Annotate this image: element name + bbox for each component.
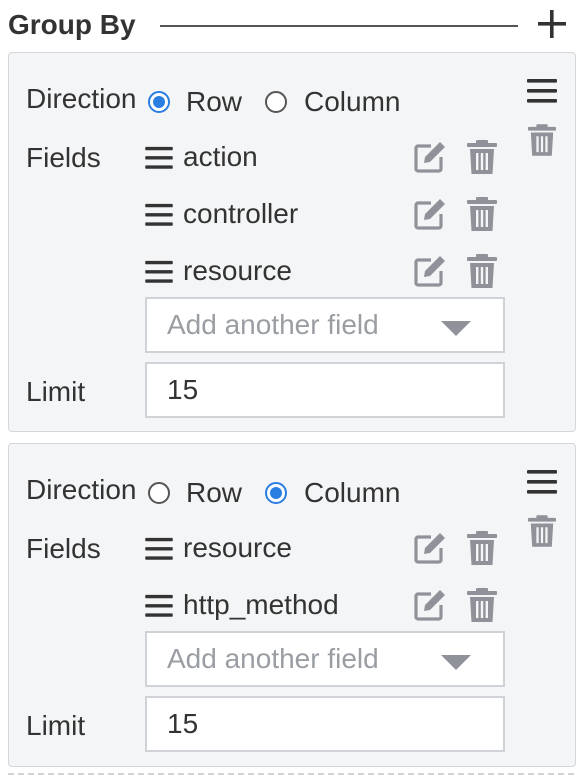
direction-row-radio[interactable] (148, 91, 170, 113)
trash-icon[interactable] (467, 588, 497, 622)
edit-icon[interactable] (413, 140, 447, 174)
direction-label: Direction (26, 83, 137, 114)
fields-label: Fields (26, 142, 101, 173)
drag-handle-icon[interactable] (145, 203, 173, 227)
drag-handle-icon[interactable] (145, 146, 173, 170)
dashed-divider (8, 773, 574, 775)
direction-column-radio[interactable] (265, 91, 287, 113)
drag-handle-icon[interactable] (145, 594, 173, 618)
limit-label: Limit (26, 710, 86, 741)
direction-row-radio[interactable] (148, 482, 170, 504)
group-panel: Direction Row Column Fields action contr… (8, 52, 576, 432)
drag-handle-icon[interactable] (145, 537, 173, 561)
remove-group-trash-icon[interactable] (528, 514, 556, 548)
trash-icon[interactable] (467, 197, 497, 231)
field-row: resource (145, 254, 505, 288)
edit-icon[interactable] (413, 588, 447, 622)
trash-icon[interactable] (467, 140, 497, 174)
field-row: controller (145, 197, 505, 231)
add-field-dropdown[interactable]: Add another field (145, 297, 505, 353)
remove-group-trash-icon[interactable] (528, 123, 556, 157)
group-panel: Direction Row Column Fields resource htt… (8, 443, 576, 767)
plus-icon[interactable] (536, 6, 568, 42)
group-by-header: Group By (8, 6, 574, 44)
field-name: controller (183, 198, 299, 229)
trash-icon[interactable] (467, 254, 497, 288)
section-title: Group By (8, 9, 136, 40)
edit-icon[interactable] (413, 197, 447, 231)
add-field-placeholder: Add another field (167, 309, 379, 340)
chevron-down-icon (441, 655, 471, 670)
drag-handle-icon[interactable] (145, 260, 173, 284)
header-divider (160, 25, 518, 27)
direction-column-label[interactable]: Column (304, 87, 400, 117)
trash-icon[interactable] (467, 531, 497, 565)
field-name: http_method (183, 589, 339, 620)
field-name: resource (183, 532, 292, 563)
edit-icon[interactable] (413, 254, 447, 288)
limit-input[interactable] (145, 696, 505, 752)
add-field-dropdown[interactable]: Add another field (145, 631, 505, 687)
field-row: http_method (145, 588, 505, 622)
direction-row-label[interactable]: Row (186, 87, 242, 117)
field-row: action (145, 140, 505, 174)
field-name: resource (183, 255, 292, 286)
edit-icon[interactable] (413, 531, 447, 565)
direction-column-label[interactable]: Column (304, 478, 400, 508)
limit-label: Limit (26, 376, 86, 407)
direction-label: Direction (26, 474, 137, 505)
fields-label: Fields (26, 533, 101, 564)
direction-column-radio[interactable] (265, 482, 287, 504)
hamburger-menu-icon[interactable] (527, 469, 557, 495)
hamburger-menu-icon[interactable] (527, 78, 557, 104)
chevron-down-icon (441, 321, 471, 336)
field-name: action (183, 141, 258, 172)
add-field-placeholder: Add another field (167, 643, 379, 674)
direction-row-label[interactable]: Row (186, 478, 242, 508)
limit-input[interactable] (145, 362, 505, 418)
field-row: resource (145, 531, 505, 565)
